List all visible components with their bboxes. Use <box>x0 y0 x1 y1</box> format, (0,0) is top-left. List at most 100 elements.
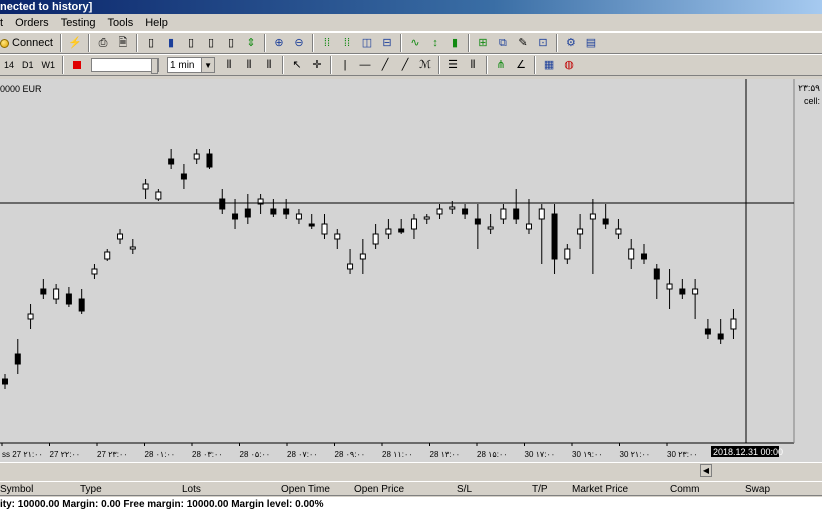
terminal-app: nected to history] t Orders Testing Tool… <box>0 0 822 512</box>
toolbar-separator <box>135 34 138 52</box>
x-tick-label: 28 ۱۵:۰۰ <box>477 450 508 459</box>
periodicity-icon[interactable]: ◍ <box>560 56 578 74</box>
toolbar-separator <box>282 56 285 74</box>
history-center-icon[interactable]: ⧉ <box>494 34 512 52</box>
candle <box>564 244 571 264</box>
x-tick-label: 28 ۱۳:۰۰ <box>430 450 461 459</box>
candle <box>193 149 200 164</box>
col-type[interactable]: Type <box>80 482 102 497</box>
horizontal-scrollbar[interactable]: ◀ <box>0 462 822 478</box>
menu-item-testing[interactable]: Testing <box>55 15 102 31</box>
timeframe-h4-button[interactable]: 14 <box>0 56 18 74</box>
zoom-fit-icon[interactable]: ⇕ <box>242 34 260 52</box>
indicators-icon[interactable]: ▦ <box>540 56 558 74</box>
candle <box>538 204 545 264</box>
chart-shift-icon[interactable]: ◫ <box>358 34 376 52</box>
expert-advisors-icon[interactable]: ✎ <box>514 34 532 52</box>
candlestick-icon[interactable]: ▮ <box>446 34 464 52</box>
properties-icon[interactable]: ▯ <box>222 34 240 52</box>
trendline-icon[interactable]: ╱ <box>376 56 394 74</box>
options-icon[interactable]: ⚙ <box>562 34 580 52</box>
period-separator-icon[interactable]: ⊟ <box>378 34 396 52</box>
cursor-icon[interactable]: ↖ <box>288 56 306 74</box>
lightning-icon[interactable]: ⚡ <box>66 34 84 52</box>
candle <box>436 204 443 219</box>
line-chart-icon[interactable]: ∿ <box>406 34 424 52</box>
vertical-line-icon[interactable]: | <box>336 56 354 74</box>
channel-icon[interactable]: ☰ <box>444 56 462 74</box>
gann-icon[interactable]: ∠ <box>512 56 530 74</box>
step-end-icon[interactable]: ⫴ <box>260 56 278 74</box>
candlestick-chart[interactable]: ss 27 ۲۱:۰۰ 27 ۲۲:۰۰ 27 ۲۳:۰۰ 28 ۰۱:۰۰ 28 ۰۳… <box>0 79 822 462</box>
new-order-icon[interactable]: ⊞ <box>474 34 492 52</box>
candle <box>653 264 660 299</box>
x-tick-label: 28 ۰۵:۰۰ <box>240 450 271 459</box>
chart-info-cell: cell: <box>803 96 820 106</box>
candle <box>423 214 430 224</box>
chart-template-icon[interactable]: ▯ <box>182 34 200 52</box>
strategy-tester-icon[interactable]: ⊡ <box>534 34 552 52</box>
menu-item-file[interactable]: t <box>0 15 9 31</box>
step-back-icon[interactable]: ⫴ <box>220 56 238 74</box>
profile-icon[interactable]: ▯ <box>202 34 220 52</box>
x-tick-label: 30 ۲۳:۰۰ <box>667 450 698 459</box>
candle <box>27 304 34 329</box>
x-tick-label: 28 ۰۷:۰۰ <box>287 450 318 459</box>
x-tick-label: 30 ۱۷:۰۰ <box>525 450 556 459</box>
menu-item-orders[interactable]: Orders <box>9 15 55 31</box>
x-tick-label: 30 ۱۹:۰۰ <box>572 450 603 459</box>
horizontal-line-icon[interactable]: — <box>356 56 374 74</box>
step-forward-icon[interactable]: ⫴ <box>240 56 258 74</box>
col-open-price[interactable]: Open Price <box>354 482 404 497</box>
candle <box>704 319 711 339</box>
toolbar-separator <box>534 56 537 74</box>
crosshair-icon[interactable]: ✛ <box>308 56 326 74</box>
new-chart-icon[interactable]: ▯ <box>142 34 160 52</box>
print-icon[interactable]: ⎙ <box>94 34 112 52</box>
tile-windows-icon[interactable]: ⁞⁞ <box>318 34 336 52</box>
menu-item-help[interactable]: Help <box>139 15 174 31</box>
candle <box>257 194 264 214</box>
candle <box>679 279 686 299</box>
x-tick-label: 28 ۱۱:۰۰ <box>382 450 413 459</box>
col-swap[interactable]: Swap <box>745 482 770 497</box>
andrews-pitchfork-icon[interactable]: ⋔ <box>492 56 510 74</box>
col-lots[interactable]: Lots <box>182 482 201 497</box>
candle <box>372 224 379 249</box>
scroll-left-icon[interactable]: ◀ <box>700 464 712 477</box>
col-open-time[interactable]: Open Time <box>281 482 330 497</box>
stop-button[interactable] <box>68 56 86 74</box>
col-symbol[interactable]: Symbol <box>0 482 33 497</box>
chart-area[interactable]: ss 27 ۲۱:۰۰ 27 ۲۲:۰۰ 27 ۲۳:۰۰ 28 ۰۱:۰۰ 28 ۰۳… <box>0 79 822 462</box>
data-window-icon[interactable]: ▤ <box>582 34 600 52</box>
timeframe-d1-button[interactable]: D1 <box>18 56 38 74</box>
bar-chart-icon[interactable]: ↕ <box>426 34 444 52</box>
col-comm[interactable]: Comm <box>670 482 699 497</box>
print-preview-icon[interactable]: 🗎 <box>114 34 132 52</box>
text-tool-icon[interactable]: ℳ <box>416 56 434 74</box>
window-title-bar: nected to history] <box>0 0 822 14</box>
menu-item-tools[interactable]: Tools <box>102 15 140 31</box>
toolbar-separator <box>59 34 62 52</box>
timeframe-w1-button[interactable]: W1 <box>38 56 60 74</box>
candle <box>385 219 392 239</box>
candle <box>487 214 494 234</box>
auto-scroll-icon[interactable]: ⁞⁞ <box>338 34 356 52</box>
open-chart-icon[interactable]: ▮ <box>162 34 180 52</box>
toolbar-separator <box>311 34 314 52</box>
zoom-out-icon[interactable]: ⊖ <box>290 34 308 52</box>
col-sl[interactable]: S/L <box>457 482 472 497</box>
candle <box>628 239 635 269</box>
toolbar-separator <box>555 34 558 52</box>
col-tp[interactable]: T/P <box>532 482 548 497</box>
fibonacci-icon[interactable]: ⦀ <box>464 56 482 74</box>
timeframe-select[interactable]: 1 min ▼ <box>167 57 216 73</box>
col-market-price[interactable]: Market Price <box>572 482 628 497</box>
toolbar-separator <box>399 34 402 52</box>
zoom-in-icon[interactable]: ⊕ <box>270 34 288 52</box>
speed-slider[interactable] <box>91 58 160 74</box>
connect-icon <box>0 38 9 48</box>
connect-button[interactable]: Connect <box>0 34 57 52</box>
candle <box>283 199 290 219</box>
trendline-angle-icon[interactable]: ╱ <box>396 56 414 74</box>
